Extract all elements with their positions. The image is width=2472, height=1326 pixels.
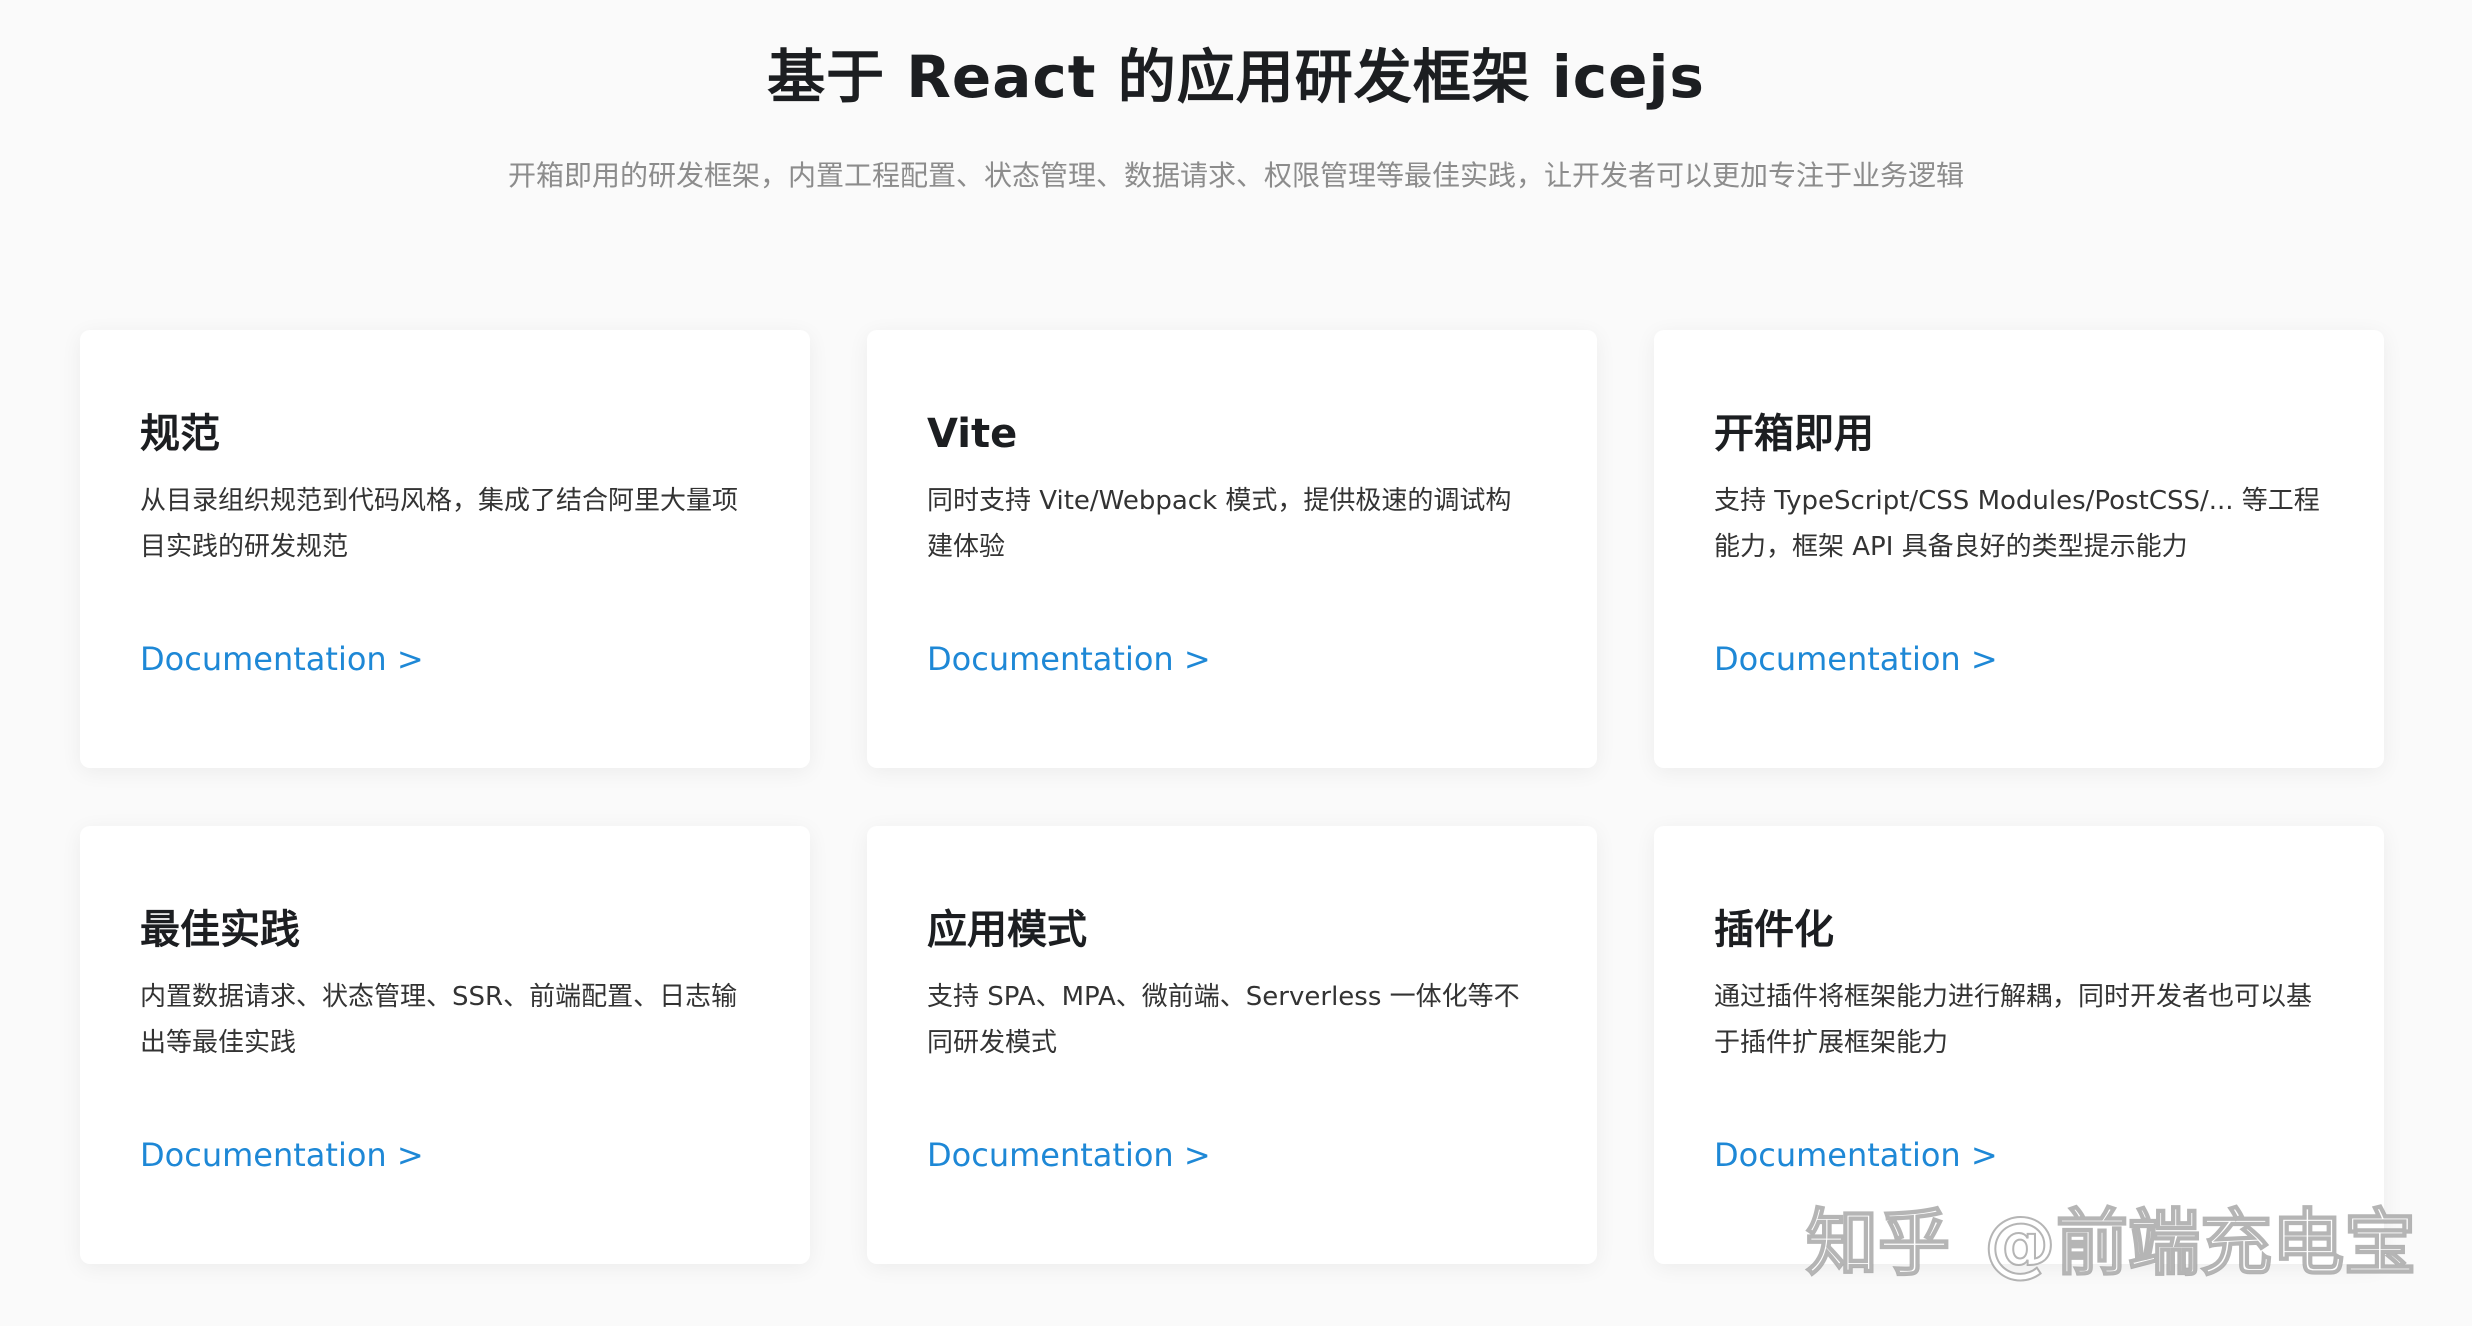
feature-card-out-of-box: 开箱即用 支持 TypeScript/CSS Modules/PostCSS/.… [1654, 330, 2384, 768]
card-description: 支持 TypeScript/CSS Modules/PostCSS/... 等工… [1714, 486, 2320, 562]
documentation-link[interactable]: Documentation > [927, 1136, 1211, 1174]
watermark-author: @前端充电宝 [1983, 1200, 2417, 1286]
card-description: 同时支持 Vite/Webpack 模式，提供极速的调试构建体验 [927, 486, 1512, 562]
card-title: 插件化 [1714, 907, 1834, 953]
card-description: 支持 SPA、MPA、微前端、Serverless 一体化等不同研发模式 [927, 982, 1520, 1058]
documentation-link[interactable]: Documentation > [140, 1136, 424, 1174]
documentation-link[interactable]: Documentation > [927, 640, 1211, 678]
card-description: 从目录组织规范到代码风格，集成了结合阿里大量项目实践的研发规范 [140, 486, 739, 562]
zhihu-watermark: 知乎 @前端充电宝 [1805, 1184, 2417, 1289]
feature-card-vite: Vite 同时支持 Vite/Webpack 模式，提供极速的调试构建体验 Do… [867, 330, 1597, 768]
documentation-link[interactable]: Documentation > [140, 640, 424, 678]
card-title: 开箱即用 [1714, 411, 1874, 457]
documentation-link[interactable]: Documentation > [1714, 640, 1998, 678]
documentation-link[interactable]: Documentation > [1714, 1136, 1998, 1174]
page-title: 基于 React 的应用研发框架 icejs [767, 43, 1705, 111]
feature-card-app-mode: 应用模式 支持 SPA、MPA、微前端、Serverless 一体化等不同研发模… [867, 826, 1597, 1264]
card-title: Vite [927, 411, 1018, 457]
page-subtitle: 开箱即用的研发框架，内置工程配置、状态管理、数据请求、权限管理等最佳实践，让开发… [507, 159, 1964, 192]
card-description: 通过插件将框架能力进行解耦，同时开发者也可以基于插件扩展框架能力 [1714, 982, 2313, 1058]
watermark-platform: 知乎 [1805, 1200, 1951, 1286]
card-description: 内置数据请求、状态管理、SSR、前端配置、日志输出等最佳实践 [140, 982, 738, 1058]
feature-card-grid: 规范 从目录组织规范到代码风格，集成了结合阿里大量项目实践的研发规范 Docum… [80, 330, 2384, 1264]
card-title: 最佳实践 [140, 907, 300, 953]
card-title: 规范 [140, 411, 220, 457]
feature-card-best-practice: 最佳实践 内置数据请求、状态管理、SSR、前端配置、日志输出等最佳实践 Docu… [80, 826, 810, 1264]
card-title: 应用模式 [927, 907, 1087, 953]
feature-card-spec: 规范 从目录组织规范到代码风格，集成了结合阿里大量项目实践的研发规范 Docum… [80, 330, 810, 768]
